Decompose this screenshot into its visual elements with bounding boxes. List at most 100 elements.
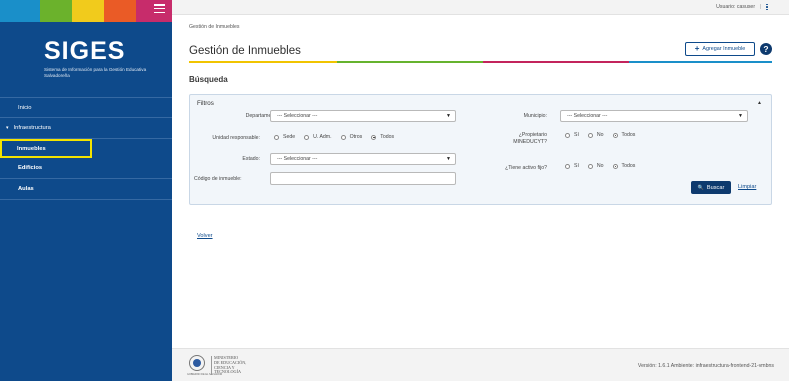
- radio-u-adm[interactable]: U. Adm.: [304, 134, 332, 140]
- version-info: Versión: 1.6.1 Ambiente: infraestructura…: [637, 363, 774, 369]
- topbar-separator: |: [760, 4, 762, 10]
- radio-todos[interactable]: Todos: [371, 134, 394, 140]
- help-icon[interactable]: ?: [760, 43, 772, 55]
- propietario-label: ¿Propietario MINEDUCYT?: [513, 132, 547, 145]
- municipio-select[interactable]: --- Seleccionar --- ▼: [560, 110, 748, 122]
- radio-activo-si[interactable]: Sí: [565, 163, 579, 169]
- sidebar: SIGES Sistema de Información para la Ges…: [0, 0, 172, 381]
- sidebar-item-infraestructura[interactable]: ▾ Infraestructura: [0, 118, 172, 139]
- dropdown-arrow-icon: ▼: [446, 113, 451, 119]
- radio-dot: [565, 163, 570, 169]
- estado-select[interactable]: --- Seleccionar --- ▼: [270, 153, 456, 165]
- breadcrumb[interactable]: Gestión de Inmuebles: [189, 24, 239, 30]
- title-bar-yellow: [189, 61, 337, 63]
- add-inmueble-label: Agregar Inmueble: [702, 46, 746, 52]
- radio-activo-no[interactable]: No: [587, 163, 604, 169]
- top-bar: Usuario: casuser |: [172, 0, 789, 15]
- radio-label: No: [596, 132, 604, 138]
- radio-label: Todos: [621, 163, 636, 169]
- search-button[interactable]: 🔍 Buscar: [691, 181, 731, 194]
- radio-dot: [587, 163, 593, 169]
- radio-label: Todos: [380, 134, 395, 140]
- dropdown-arrow-icon: ▼: [738, 113, 743, 119]
- ministry-name: MINISTERIO DE EDUCACIÓN, CIENCIA Y TECNO…: [214, 355, 246, 375]
- radio-label: Otros: [349, 134, 363, 140]
- sidebar-item-inicio[interactable]: Inicio: [0, 97, 172, 118]
- radio-dot: [340, 134, 346, 140]
- activo-fijo-label: ¿Tiene activo fijo?: [505, 165, 547, 171]
- search-label: Buscar: [706, 184, 725, 191]
- collapse-icon[interactable]: ▲: [757, 100, 762, 106]
- departamento-value: --- Seleccionar ---: [277, 113, 318, 119]
- search-icon: 🔍: [697, 184, 704, 191]
- title-bar-green: [337, 61, 483, 63]
- sidebar-item-edificios[interactable]: Edificios: [0, 158, 172, 179]
- main-content: Gestión de Inmuebles Gestión de Inmueble…: [172, 16, 789, 348]
- sidebar-nav: Inicio ▾ Infraestructura Inmuebles Edifi…: [0, 97, 172, 200]
- codigo-inmueble-input[interactable]: [270, 172, 456, 185]
- page-title: Gestión de Inmuebles: [189, 45, 301, 57]
- caret-down-icon: ▾: [6, 125, 9, 131]
- sidebar-item-label: Infraestructura: [13, 125, 51, 131]
- unidad-responsable-label: Unidad responsable:: [212, 135, 260, 141]
- radio-dot: [274, 134, 279, 140]
- radio-dot: [565, 132, 570, 138]
- departamento-select[interactable]: --- Seleccionar --- ▼: [270, 110, 456, 122]
- more-options-icon[interactable]: [766, 3, 768, 11]
- title-bar-blue: [629, 61, 772, 63]
- radio-dot: [371, 134, 377, 140]
- radio-sede[interactable]: Sede: [274, 134, 295, 140]
- radio-propietario-todos[interactable]: Todos: [612, 132, 636, 138]
- estado-value: --- Seleccionar ---: [277, 156, 318, 162]
- sidebar-item-label: Aulas: [18, 186, 34, 192]
- filters-panel: Filtros ▲ Departamento: --- Seleccionar …: [189, 94, 772, 205]
- sidebar-item-label: Inicio: [18, 104, 32, 111]
- seal-center: [193, 359, 201, 367]
- plus-icon: +: [694, 44, 700, 53]
- filters-title: Filtros: [197, 100, 214, 107]
- title-color-bar: [189, 61, 772, 63]
- sidebar-item-label: Inmuebles: [17, 145, 46, 152]
- codigo-inmueble-label: Código de inmueble:: [194, 176, 242, 182]
- app-subtitle: Sistema de Información para la Gestión E…: [44, 67, 147, 78]
- add-inmueble-button[interactable]: + Agregar Inmueble: [685, 42, 755, 56]
- radio-dot: [304, 134, 310, 140]
- municipio-value: --- Seleccionar ---: [567, 113, 608, 119]
- footer-divider: [211, 356, 212, 375]
- back-link[interactable]: Volver: [197, 233, 213, 239]
- radio-dot: [612, 163, 618, 169]
- radio-otros[interactable]: Otros: [340, 134, 363, 140]
- stripe-blue: [0, 0, 40, 22]
- radio-label: Sí: [574, 132, 579, 138]
- radio-label: Sí: [574, 163, 579, 169]
- footer: GOBIERNO DE EL SALVADOR MINISTERIO DE ED…: [172, 348, 789, 381]
- stripe-green: [40, 0, 72, 22]
- propietario-radios: Sí No Todos: [565, 132, 644, 138]
- sidebar-item-label: Edificios: [18, 165, 43, 171]
- clear-link[interactable]: Limpiar: [738, 184, 756, 190]
- unidad-responsable-radios: Sede U. Adm. Otros Todos: [274, 134, 403, 140]
- radio-label: Sede: [283, 134, 296, 140]
- app-logo: SIGES: [44, 37, 126, 65]
- section-title: Búsqueda: [189, 75, 228, 84]
- activo-fijo-radios: Sí No Todos: [565, 163, 644, 169]
- radio-dot: [587, 132, 593, 138]
- radio-dot: [612, 132, 618, 138]
- sidebar-item-inmuebles[interactable]: Inmuebles: [0, 139, 92, 158]
- radio-label: U. Adm.: [313, 134, 332, 140]
- government-seal-icon: [189, 355, 205, 371]
- estado-label: Estado:: [242, 156, 260, 162]
- menu-toggle-icon[interactable]: [154, 4, 165, 13]
- radio-activo-todos[interactable]: Todos: [612, 163, 636, 169]
- title-bar-pink: [483, 61, 629, 63]
- radio-propietario-si[interactable]: Sí: [565, 132, 579, 138]
- user-label[interactable]: Usuario: casuser: [716, 4, 755, 10]
- sidebar-item-aulas[interactable]: Aulas: [0, 179, 172, 200]
- brand-stripes: [0, 0, 172, 22]
- municipio-label: Municipio:: [523, 113, 547, 119]
- ministry-line: TECNOLOGÍA: [214, 369, 241, 375]
- radio-label: No: [596, 163, 604, 169]
- radio-propietario-no[interactable]: No: [587, 132, 604, 138]
- dropdown-arrow-icon: ▼: [446, 156, 451, 162]
- radio-label: Todos: [621, 132, 636, 138]
